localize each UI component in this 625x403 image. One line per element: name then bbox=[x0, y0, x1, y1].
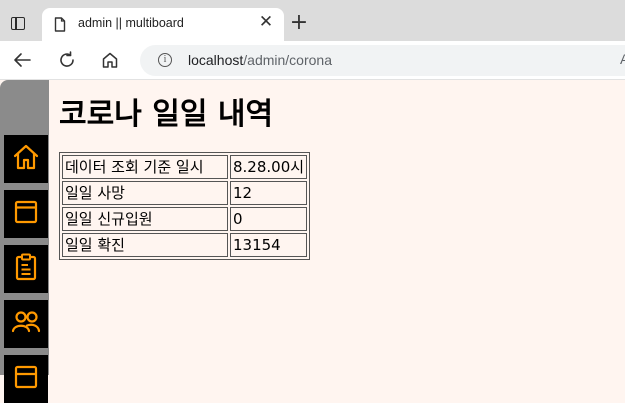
sidebar-item-clipboard[interactable] bbox=[4, 245, 48, 293]
sidebar-item-window[interactable] bbox=[4, 190, 48, 238]
row-value: 13154 bbox=[230, 233, 308, 257]
browser-toolbar: i localhost/admin/corona A bbox=[0, 41, 625, 80]
site-info-icon[interactable]: i bbox=[158, 53, 172, 67]
browser-tab[interactable]: admin || multiboard ✕ bbox=[42, 8, 284, 41]
sidebar-item-users[interactable] bbox=[4, 300, 48, 348]
reload-icon[interactable] bbox=[56, 50, 78, 70]
row-value: 0 bbox=[230, 207, 308, 231]
row-label: 데이터 조회 기준 일시 bbox=[62, 155, 228, 179]
home-icon bbox=[12, 143, 40, 175]
address-bar[interactable]: i localhost/admin/corona A bbox=[140, 45, 625, 76]
users-icon bbox=[11, 308, 41, 340]
row-label: 일일 사망 bbox=[62, 181, 228, 205]
page-title: 코로나 일일 내역 bbox=[59, 97, 274, 132]
corona-stats-table: 데이터 조회 기준 일시 8.28.00시 일일 사망 12 일일 신규입원 0… bbox=[59, 152, 311, 260]
close-icon[interactable]: ✕ bbox=[258, 14, 274, 31]
back-icon[interactable] bbox=[11, 50, 33, 70]
board-icon bbox=[12, 363, 40, 395]
window-icon bbox=[12, 198, 40, 230]
sidebar-item-board[interactable] bbox=[4, 355, 48, 403]
browser-tab-strip: admin || multiboard ✕ + bbox=[0, 0, 625, 41]
sidebar-item-home[interactable] bbox=[4, 135, 48, 183]
row-value: 8.28.00시 bbox=[230, 155, 308, 179]
tab-actions-icon[interactable] bbox=[11, 17, 25, 30]
clipboard-icon bbox=[12, 252, 40, 286]
row-label: 일일 확진 bbox=[62, 233, 228, 257]
reader-view-icon[interactable]: A bbox=[620, 51, 625, 67]
row-value: 12 bbox=[230, 181, 308, 205]
new-tab-button[interactable]: + bbox=[288, 12, 310, 34]
url-text: localhost/admin/corona bbox=[188, 52, 332, 68]
page-icon bbox=[54, 17, 66, 36]
sidebar bbox=[0, 80, 49, 403]
tab-title: admin || multiboard bbox=[78, 16, 184, 30]
home-icon[interactable] bbox=[99, 50, 121, 70]
table-row: 일일 확진 13154 bbox=[62, 233, 308, 257]
main-content: 코로나 일일 내역 데이터 조회 기준 일시 8.28.00시 일일 사망 12… bbox=[49, 80, 625, 375]
table-row: 일일 신규입원 0 bbox=[62, 207, 308, 231]
table-row: 데이터 조회 기준 일시 8.28.00시 bbox=[62, 155, 308, 179]
table-row: 일일 사망 12 bbox=[62, 181, 308, 205]
row-label: 일일 신규입원 bbox=[62, 207, 228, 231]
